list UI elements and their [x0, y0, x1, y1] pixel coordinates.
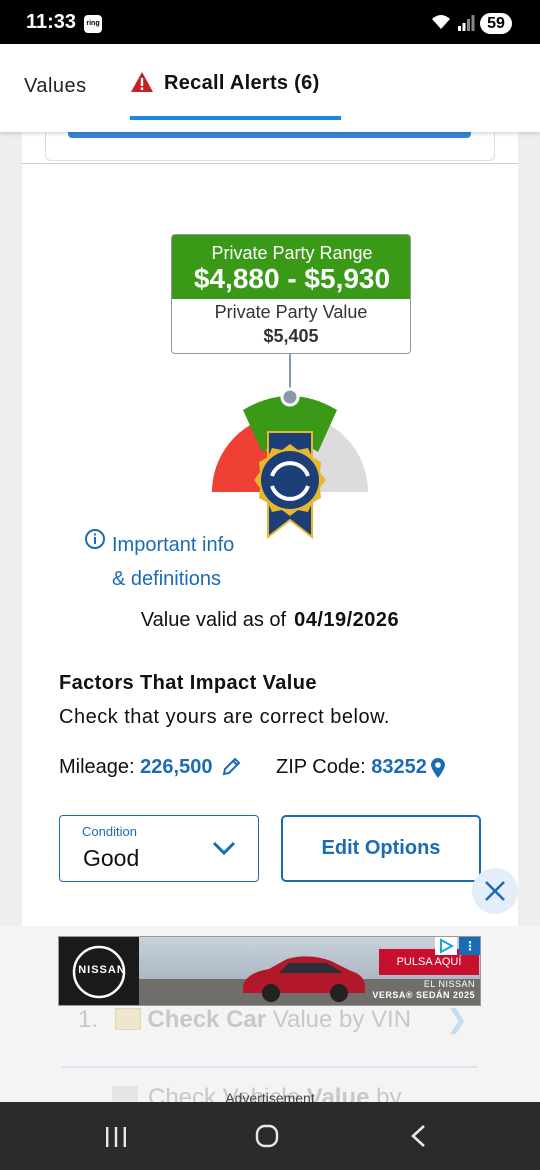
tab-recall-alerts[interactable]: Recall Alerts (6) [130, 70, 341, 120]
mileage-label: Mileage: [59, 756, 135, 778]
system-nav-bar [0, 1102, 540, 1170]
ad-line2: VERSA® SEDÁN 2025 [372, 990, 475, 1000]
chevron-down-icon [212, 841, 236, 856]
warning-triangle-icon [131, 72, 153, 92]
wifi-icon [432, 15, 450, 29]
important-info-line2: & definitions [112, 568, 221, 590]
map-pin-icon[interactable] [430, 757, 446, 779]
back-icon[interactable] [409, 1124, 429, 1148]
home-icon[interactable] [255, 1124, 279, 1148]
factors-subtitle: Check that yours are correct below. [59, 706, 390, 728]
previous-section-button[interactable] [68, 132, 471, 138]
ghost-item-number: 1. [78, 1006, 99, 1033]
tabs-divider [22, 163, 518, 164]
important-info-line1: Important info [112, 534, 235, 556]
battery-indicator: 59 [480, 13, 512, 34]
memo-icon [114, 1008, 141, 1030]
ghost-list-item: 1. Check Car Value by VIN [78, 1006, 411, 1034]
edit-options-button[interactable]: Edit Options [281, 815, 481, 882]
zip-label: ZIP Code: [276, 756, 366, 778]
ad-more-icon[interactable]: ⋮ [459, 937, 480, 955]
ghost-item-bold: Check Car [147, 1006, 267, 1033]
valid-label: Value valid as of [140, 609, 287, 631]
mileage-value[interactable]: 226,500 [140, 756, 212, 778]
signal-icon [458, 15, 475, 31]
value-gauge [212, 354, 368, 540]
info-circle-icon [85, 529, 105, 549]
ghost-chevron-right-icon: ❯ [446, 1004, 468, 1034]
ad-line1: EL NISSAN [423, 979, 475, 989]
ad-choices-icon[interactable] [435, 937, 457, 955]
gauge-pointer-dot [280, 387, 300, 407]
range-value: $4,880 - $5,930 [193, 263, 391, 294]
zip-value[interactable]: 83252 [371, 756, 427, 778]
status-bar: 11:33 ring 59 [0, 0, 540, 44]
private-party-range-box: Private Party Range $4,880 - $5,930 Priv… [171, 234, 411, 354]
private-party-value-label: Private Party Value [214, 302, 368, 322]
condition-value: Good [83, 845, 140, 871]
status-time: 11:33 [26, 11, 77, 33]
factors-title: Factors That Impact Value [59, 672, 317, 694]
close-icon [485, 881, 505, 901]
ad-logo-panel: NISSAN [59, 937, 139, 1005]
recent-apps-icon[interactable] [104, 1125, 128, 1149]
tab-recall-label: Recall Alerts (6) [164, 72, 320, 94]
condition-label: Condition [82, 824, 137, 839]
value-valid-date: Value valid as of 04/19/2026 [0, 609, 540, 632]
mileage-field[interactable]: Mileage: 226,500 [59, 756, 212, 779]
condition-select[interactable]: Condition Good [59, 815, 259, 882]
zip-code-field[interactable]: ZIP Code: 83252 [276, 756, 427, 779]
private-party-value-amount: $5,405 [263, 326, 319, 346]
range-label: Private Party Range [211, 243, 373, 263]
nissan-ad-banner[interactable]: NISSAN PULSA AQUÍ ⋮ EL NISSAN VERSA® SED… [58, 936, 481, 1006]
ghost-divider [62, 1066, 477, 1068]
close-ad-button[interactable] [472, 868, 518, 914]
top-tabs: Values Recall Alerts (6) [0, 44, 540, 164]
valid-date: 04/19/2026 [294, 609, 400, 631]
car-image-icon [243, 956, 365, 1002]
ghost-item-rest: Value by VIN [266, 1006, 412, 1033]
ad-brand: NISSAN [78, 964, 126, 976]
range-header: Private Party Range $4,880 - $5,930 [172, 235, 410, 299]
tab-values[interactable]: Values [24, 75, 87, 98]
ring-app-icon: ring [84, 15, 102, 33]
pencil-icon[interactable] [221, 757, 241, 777]
